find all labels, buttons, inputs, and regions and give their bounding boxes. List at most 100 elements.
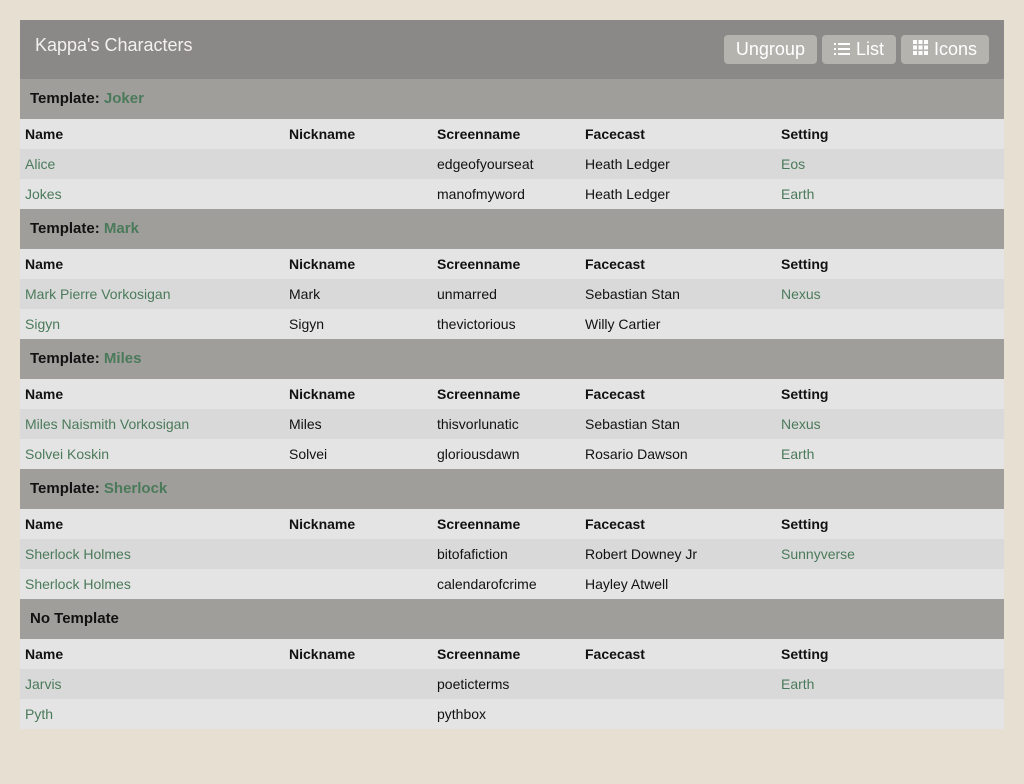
cell-facecast: Sebastian Stan [580,409,776,439]
column-header: Nickname [284,119,432,149]
cell-screenname: pythbox [432,699,580,729]
list-view-button[interactable]: List [821,35,896,64]
cell-setting[interactable]: Eos [776,149,1004,179]
cell-setting[interactable]: Nexus [776,279,1004,309]
cell-nickname: Sigyn [284,309,432,339]
group-header: Template: Miles [20,339,1004,379]
table-row: Sigyn Sigyn thevictorious Willy Cartier [20,309,1004,339]
characters-table: Name Nickname Screenname Facecast Setting Mil… [20,379,1004,469]
cell-screenname: unmarred [432,279,580,309]
column-header: Nickname [284,509,432,539]
cell-setting [776,309,1004,339]
list-icon [833,39,850,60]
characters-table: Name Nickname Screenname Facecast Setting Jar… [20,639,1004,729]
cell-name[interactable]: Mark Pierre Vorkosigan [20,279,284,309]
column-header: Screenname [432,509,580,539]
column-header: Setting [776,249,1004,279]
table-row: Mark Pierre Vorkosigan Mark unmarred Sebast… [20,279,1004,309]
group-prefix: Template: [30,480,104,497]
icons-view-label: Icons [933,39,977,59]
cell-screenname: calendarofcrime [432,569,580,599]
template-link[interactable]: Sherlock [104,480,167,497]
table-row: Miles Naismith Vorkosigan Miles thisvorlun… [20,409,1004,439]
column-header: Setting [776,379,1004,409]
group-header: Template: Sherlock [20,469,1004,509]
cell-setting [776,699,1004,729]
cell-name[interactable]: Jarvis [20,669,284,699]
column-header: Nickname [284,249,432,279]
group-prefix: No Template [30,610,119,627]
table-header-row: Name Nickname Screenname Facecast Setting [20,379,1004,409]
cell-screenname: thisvorlunatic [432,409,580,439]
cell-screenname: thevictorious [432,309,580,339]
cell-nickname: Mark [284,279,432,309]
characters-table: Name Nickname Screenname Facecast Setting Ali… [20,119,1004,209]
column-header: Name [20,379,284,409]
table-header-row: Name Nickname Screenname Facecast Setting [20,119,1004,149]
group-header: Template: Mark [20,209,1004,249]
cell-facecast: Sebastian Stan [580,279,776,309]
page-title: Kappa's Characters [35,35,193,55]
cell-facecast: Heath Ledger [580,149,776,179]
table-header-row: Name Nickname Screenname Facecast Setting [20,509,1004,539]
cell-name[interactable]: Pyth [20,699,284,729]
cell-name[interactable]: Sherlock Holmes [20,569,284,599]
cell-setting[interactable]: Earth [776,179,1004,209]
cell-facecast: Heath Ledger [580,179,776,209]
column-header: Facecast [580,379,776,409]
cell-nickname [284,669,432,699]
group-header: No Template [20,599,1004,639]
column-header: Facecast [580,119,776,149]
column-header: Name [20,119,284,149]
grid-icon [912,39,928,60]
column-header: Facecast [580,509,776,539]
template-link[interactable]: Mark [104,220,139,237]
cell-setting[interactable]: Earth [776,439,1004,469]
cell-name[interactable]: Jokes [20,179,284,209]
ungroup-button-label: Ungroup [735,39,805,59]
cell-facecast: Willy Cartier [580,309,776,339]
table-row: Solvei Koskin Solvei gloriousdawn Rosario D… [20,439,1004,469]
cell-setting[interactable]: Earth [776,669,1004,699]
column-header: Name [20,249,284,279]
column-header: Facecast [580,249,776,279]
cell-nickname: Miles [284,409,432,439]
cell-name[interactable]: Sigyn [20,309,284,339]
cell-nickname [284,569,432,599]
panel-header: Kappa's Characters Ungroup List Icons [20,20,1004,79]
table-header-row: Name Nickname Screenname Facecast Setting [20,639,1004,669]
cell-nickname [284,699,432,729]
cell-screenname: edgeofyourseat [432,149,580,179]
column-header: Nickname [284,639,432,669]
ungroup-button[interactable]: Ungroup [723,35,817,64]
cell-name[interactable]: Alice [20,149,284,179]
column-header: Setting [776,639,1004,669]
cell-nickname [284,179,432,209]
group-header: Template: Joker [20,79,1004,119]
column-header: Facecast [580,639,776,669]
column-header: Screenname [432,119,580,149]
cell-setting[interactable]: Sunnyverse [776,539,1004,569]
icons-view-button[interactable]: Icons [900,35,989,64]
cell-name[interactable]: Miles Naismith Vorkosigan [20,409,284,439]
cell-name[interactable]: Sherlock Holmes [20,539,284,569]
table-row: Alice edgeofyourseat Heath Ledger Eos [20,149,1004,179]
cell-name[interactable]: Solvei Koskin [20,439,284,469]
cell-nickname: Solvei [284,439,432,469]
character-groups: Template: Joker Name Nickname Screenname Fac… [20,79,1004,729]
cell-facecast [580,699,776,729]
column-header: Setting [776,509,1004,539]
cell-nickname [284,149,432,179]
cell-facecast: Hayley Atwell [580,569,776,599]
table-row: Sherlock Holmes bitofafiction Robert Downe… [20,539,1004,569]
column-header: Name [20,639,284,669]
table-row: Sherlock Holmes calendarofcrime Hayley Atw… [20,569,1004,599]
cell-setting[interactable]: Nexus [776,409,1004,439]
table-header-row: Name Nickname Screenname Facecast Setting [20,249,1004,279]
table-row: Jarvis poeticterms Earth [20,669,1004,699]
template-link[interactable]: Joker [104,90,144,107]
column-header: Screenname [432,379,580,409]
characters-table: Name Nickname Screenname Facecast Setting Mar… [20,249,1004,339]
template-link[interactable]: Miles [104,350,142,367]
list-view-label: List [855,39,884,59]
